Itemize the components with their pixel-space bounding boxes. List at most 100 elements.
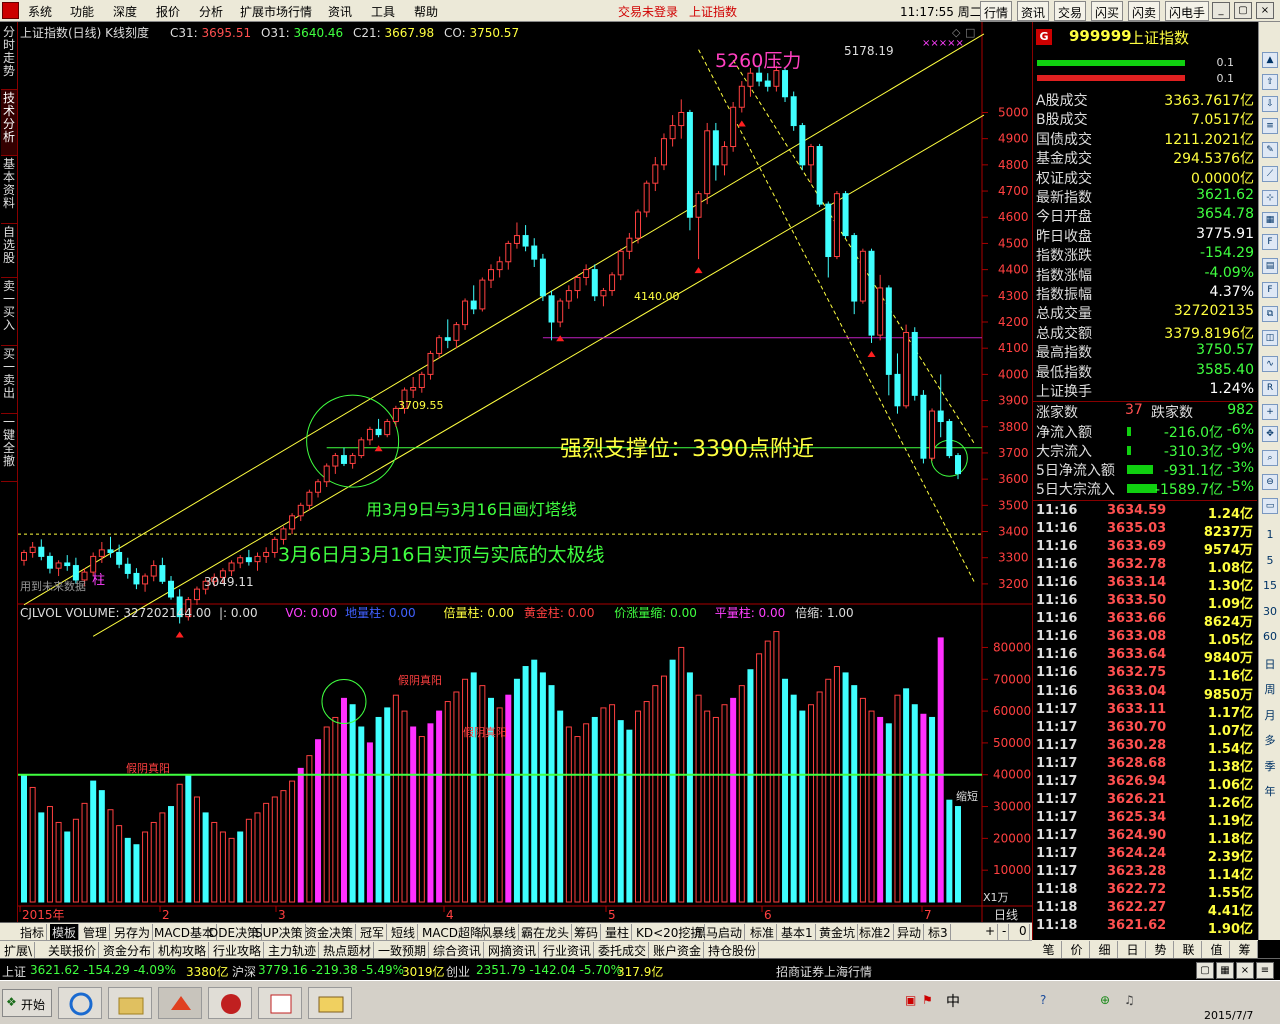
trade-status[interactable]: 交易未登录 <box>618 3 678 20</box>
tick-list[interactable]: 11:16 3634.59 1.24亿 11:16 3635.03 8237万 11:16 3… <box>1033 500 1257 937</box>
indicator-tab[interactable]: 模板 <box>50 924 80 940</box>
scroll-up-icon[interactable]: ▲ <box>1262 52 1278 68</box>
zoom-control-button[interactable]: + <box>983 924 999 940</box>
tick-row[interactable]: 11:17 3626.21 1.26亿 <box>1033 792 1257 811</box>
period-2[interactable]: 15 <box>1261 579 1279 592</box>
period-4[interactable]: 60 <box>1261 630 1279 643</box>
indicator-tab[interactable]: 标准 <box>748 924 778 940</box>
period-5[interactable]: 日 <box>1261 656 1279 672</box>
tick-row[interactable]: 11:16 3633.04 9850万 <box>1033 684 1257 703</box>
tick-row[interactable]: 11:16 3633.69 9574万 <box>1033 539 1257 558</box>
extension-tab[interactable]: 资金分布 <box>101 942 155 958</box>
flash-buy-button[interactable]: 闪买 <box>1091 1 1124 21</box>
stock-app-icon[interactable] <box>158 987 202 1019</box>
sort-icon[interactable]: ≡ <box>1262 118 1278 134</box>
kline-chart[interactable]: 上证指数(日线) K线刻度 C31: 3695.51 O31: 3640.46 … <box>18 22 1032 922</box>
mail-app-icon[interactable] <box>308 987 352 1019</box>
menu-ext-market[interactable]: 扩展市场行情 <box>240 3 312 20</box>
indicator-tab[interactable]: 风暴线 <box>478 924 520 940</box>
ie-browser-icon[interactable] <box>58 987 102 1019</box>
cursor-icon[interactable]: ⊹ <box>1262 190 1278 206</box>
trade-app-icon[interactable] <box>208 987 252 1019</box>
zoom-control-button[interactable]: - <box>1000 924 1010 940</box>
table-icon[interactable]: ▤ <box>1262 258 1278 274</box>
right-panel-tab[interactable]: 联 <box>1176 941 1202 958</box>
indicator-tab[interactable]: 标3 <box>926 924 951 940</box>
page-icon[interactable]: ▭ <box>1262 498 1278 514</box>
right-panel-tab[interactable]: 价 <box>1064 941 1090 958</box>
period-3[interactable]: 30 <box>1261 605 1279 618</box>
tray-ime[interactable]: 中 <box>946 991 960 1011</box>
tick-row[interactable]: 11:16 3634.59 1.24亿 <box>1033 503 1257 522</box>
indicator-tab[interactable]: 标准2 <box>857 924 894 940</box>
tick-row[interactable]: 11:17 3630.70 1.07亿 <box>1033 720 1257 739</box>
period-1[interactable]: 5 <box>1261 554 1279 567</box>
tab-time-share[interactable]: 分时走势 <box>1 24 17 90</box>
right-panel-tab[interactable]: 日 <box>1120 941 1146 958</box>
extension-tab[interactable]: 综合资讯 <box>431 942 485 958</box>
menu-analysis[interactable]: 分析 <box>199 3 223 20</box>
wave-icon[interactable]: ∿ <box>1262 356 1278 372</box>
status-grid-icon[interactable]: ▦ <box>1216 962 1234 979</box>
indicator-tab[interactable]: 黑马启动 <box>692 924 746 940</box>
tray-network-icon[interactable]: ⊕ <box>1100 993 1110 1007</box>
right-panel-tab[interactable]: 细 <box>1092 941 1118 958</box>
tick-row[interactable]: 11:16 3633.08 1.05亿 <box>1033 629 1257 648</box>
status-close-icon[interactable]: × <box>1236 962 1254 979</box>
period-9[interactable]: 季 <box>1261 758 1279 774</box>
tick-row[interactable]: 11:17 3626.94 1.06亿 <box>1033 774 1257 793</box>
move-icon[interactable]: ✥ <box>1262 426 1278 442</box>
period-7[interactable]: 月 <box>1261 707 1279 723</box>
tick-row[interactable]: 11:17 3624.90 1.18亿 <box>1033 828 1257 847</box>
minimize-icon[interactable]: _ <box>1212 2 1230 19</box>
indicator-tab[interactable]: 资金决策 <box>303 924 357 940</box>
tick-row[interactable]: 11:18 3622.72 1.55亿 <box>1033 882 1257 901</box>
tray-help-icon[interactable]: ? <box>1040 993 1046 1007</box>
extension-tab[interactable]: 账户资金 <box>651 942 705 958</box>
indicator-tab[interactable]: 筹码 <box>572 924 602 940</box>
tick-row[interactable]: 11:17 3625.34 1.19亿 <box>1033 810 1257 829</box>
tick-row[interactable]: 11:18 3621.62 1.90亿 <box>1033 918 1257 937</box>
restore-icon[interactable]: ▢ <box>1234 2 1252 19</box>
tab-watchlist[interactable]: 自选股 <box>1 224 17 278</box>
extension-tab[interactable]: 关联报价 <box>46 942 100 958</box>
period-0[interactable]: 1 <box>1261 528 1279 541</box>
menu-news[interactable]: 资讯 <box>328 3 352 20</box>
indicator-tab[interactable]: 异动 <box>895 924 925 940</box>
tab-sell1-buy[interactable]: 卖一买入 <box>1 278 17 346</box>
f2-icon[interactable]: F <box>1262 282 1278 298</box>
indicator-tab[interactable]: 黄金坑 <box>817 924 859 940</box>
indicator-tab[interactable]: 霸在龙头 <box>519 924 573 940</box>
tick-row[interactable]: 11:18 3622.27 4.41亿 <box>1033 900 1257 919</box>
indicator-tab[interactable]: SUP决策 <box>253 924 306 940</box>
tray-volume-icon[interactable]: ♫ <box>1124 993 1135 1007</box>
tick-row[interactable]: 11:17 3628.68 1.38亿 <box>1033 756 1257 775</box>
status-menu-icon[interactable]: ≡ <box>1256 962 1274 979</box>
news-button[interactable]: 资讯 <box>1017 1 1050 21</box>
period-6[interactable]: 周 <box>1261 681 1279 697</box>
indicator-tab[interactable]: 基本1 <box>779 924 816 940</box>
extension-tab[interactable]: 行业攻略 <box>211 942 265 958</box>
tray-app-icon[interactable]: ▣ <box>905 993 916 1007</box>
extension-tab[interactable]: 网摘资讯 <box>486 942 540 958</box>
extension-tab[interactable]: 扩展\ <box>2 942 36 958</box>
flash-sell-button[interactable]: 闪卖 <box>1128 1 1161 21</box>
tick-row[interactable]: 11:16 3632.75 1.16亿 <box>1033 665 1257 684</box>
zoom-control-button[interactable]: 0 <box>1017 924 1030 940</box>
status-box-icon[interactable]: ▢ <box>1196 962 1214 979</box>
right-panel-tab[interactable]: 值 <box>1204 941 1230 958</box>
arrow-up-icon[interactable]: ⇧ <box>1262 74 1278 90</box>
tick-row[interactable]: 11:16 3633.14 1.30亿 <box>1033 575 1257 594</box>
extension-tab[interactable]: 一致预期 <box>376 942 430 958</box>
right-panel-tab[interactable]: 筹 <box>1232 941 1258 958</box>
chart-area[interactable]: 上证指数(日线) K线刻度 C31: 3695.51 O31: 3640.46 … <box>18 22 1032 940</box>
copy-icon[interactable]: ⧉ <box>1262 306 1278 322</box>
tab-buy1-sell[interactable]: 买一卖出 <box>1 346 17 414</box>
right-panel-tab[interactable]: 势 <box>1148 941 1174 958</box>
tray-flag-icon[interactable]: ⚑ <box>922 993 933 1007</box>
tab-tech-analysis[interactable]: 技术分析 <box>1 90 17 156</box>
arrow-down-icon[interactable]: ⇩ <box>1262 96 1278 112</box>
close-icon[interactable]: × <box>1256 2 1274 19</box>
extension-tab[interactable]: 持仓股份 <box>706 942 760 958</box>
tick-row[interactable]: 11:17 3624.24 2.39亿 <box>1033 846 1257 865</box>
